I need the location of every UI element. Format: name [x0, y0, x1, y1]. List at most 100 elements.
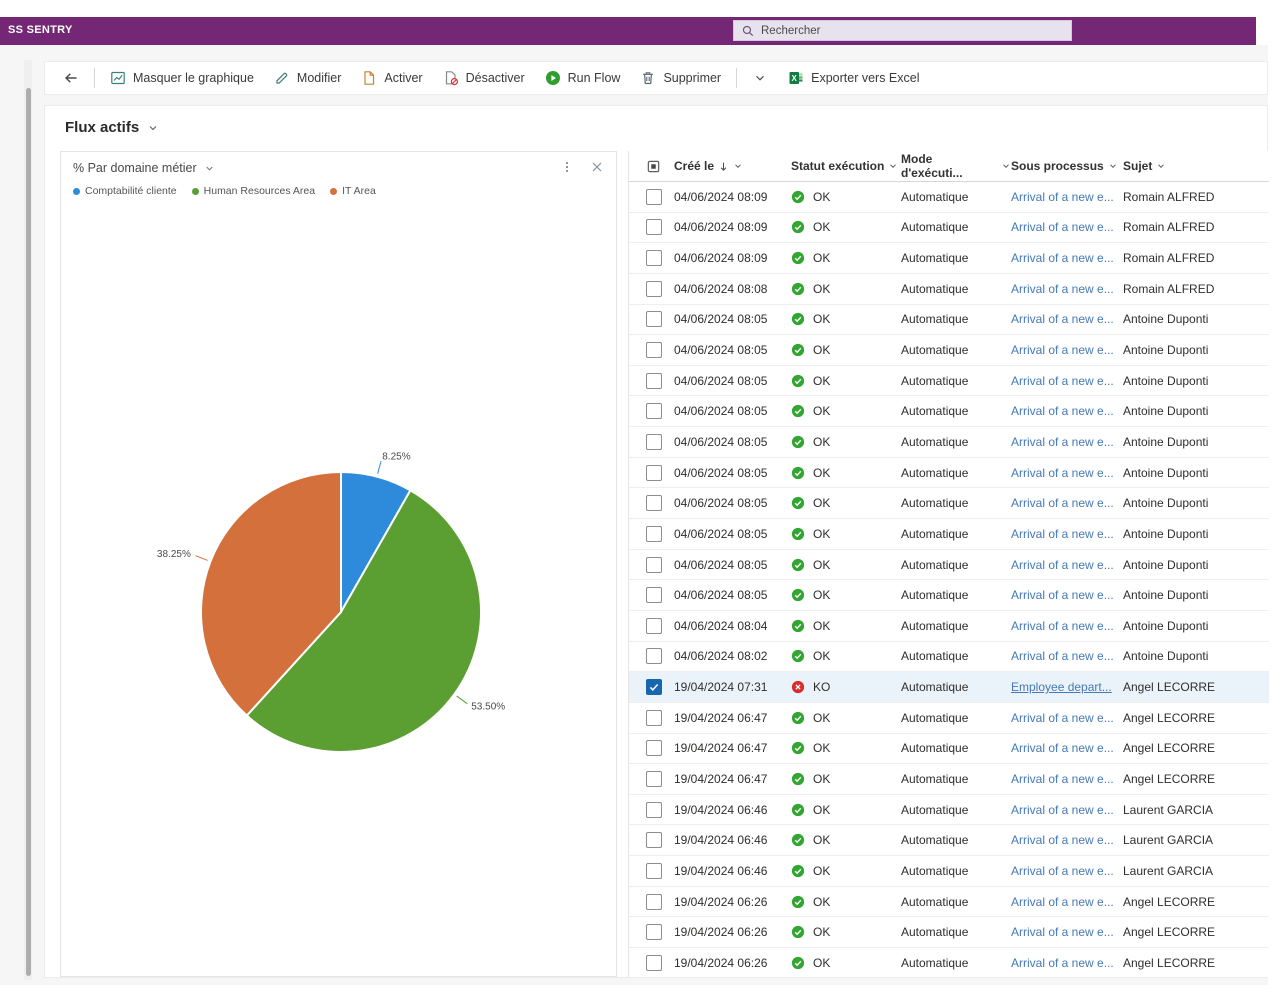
process-link[interactable]: Arrival of a new e...	[1011, 925, 1114, 939]
process-link[interactable]: Arrival of a new e...	[1011, 741, 1114, 755]
table-row[interactable]: 19/04/2024 06:26 OK Automatique Arrival of …	[629, 948, 1269, 977]
row-checkbox[interactable]	[646, 188, 662, 205]
row-checkbox[interactable]	[646, 924, 662, 941]
table-row[interactable]: 19/04/2024 06:46 OK Automatique Arrival of …	[629, 795, 1269, 826]
row-checkbox[interactable]	[646, 617, 662, 634]
process-link[interactable]: Arrival of a new e...	[1011, 895, 1114, 909]
table-row[interactable]: 04/06/2024 08:09 OK Automatique Arrival of …	[629, 213, 1269, 244]
row-checkbox[interactable]	[646, 433, 662, 450]
table-row[interactable]: 19/04/2024 06:47 OK Automatique Arrival of …	[629, 734, 1269, 765]
column-header-process[interactable]: Sous processus	[1011, 159, 1123, 173]
row-checkbox[interactable]	[646, 709, 662, 726]
exporter-vers-excel-button[interactable]: X Exporter vers Excel	[778, 65, 929, 91]
row-checkbox[interactable]	[646, 556, 662, 573]
process-link[interactable]: Employee depart...	[1011, 680, 1112, 694]
process-link[interactable]: Arrival of a new e...	[1011, 711, 1114, 725]
search-input[interactable]	[761, 24, 1064, 37]
row-checkbox[interactable]	[646, 770, 662, 787]
row-checkbox[interactable]	[646, 954, 662, 971]
cell-process: Arrival of a new e...	[1011, 312, 1123, 326]
row-checkbox[interactable]	[646, 403, 662, 420]
table-row[interactable]: 04/06/2024 08:05 OK Automatique Arrival of …	[629, 366, 1269, 397]
table-row[interactable]: 19/04/2024 06:46 OK Automatique Arrival of …	[629, 856, 1269, 887]
table-row[interactable]: 19/04/2024 06:47 OK Automatique Arrival of …	[629, 764, 1269, 795]
row-checkbox[interactable]	[646, 587, 662, 604]
supprimer-button[interactable]: Supprimer	[630, 65, 731, 91]
back-button[interactable]	[53, 65, 89, 91]
row-checkbox[interactable]	[646, 495, 662, 512]
table-row[interactable]: 04/06/2024 08:05 OK Automatique Arrival of …	[629, 427, 1269, 458]
row-checkbox[interactable]	[646, 801, 662, 818]
table-row[interactable]: 19/04/2024 07:31 KO Automatique Employee de…	[629, 672, 1269, 703]
row-checkbox[interactable]	[646, 342, 662, 359]
row-checkbox[interactable]	[646, 740, 662, 757]
table-row[interactable]: 19/04/2024 06:46 OK Automatique Arrival of …	[629, 825, 1269, 857]
process-link[interactable]: Arrival of a new e...	[1011, 588, 1114, 602]
process-link[interactable]: Arrival of a new e...	[1011, 527, 1114, 541]
process-link[interactable]: Arrival of a new e...	[1011, 558, 1114, 572]
left-scrollbar[interactable]	[26, 88, 31, 976]
column-header-created[interactable]: Créé le	[674, 159, 791, 173]
row-checkbox[interactable]	[646, 679, 662, 696]
process-link[interactable]: Arrival of a new e...	[1011, 282, 1114, 296]
process-link[interactable]: Arrival of a new e...	[1011, 190, 1114, 204]
table-row[interactable]: 04/06/2024 08:05 OK Automatique Arrival of …	[629, 550, 1269, 581]
row-checkbox[interactable]	[646, 250, 662, 267]
table-row[interactable]: 19/04/2024 06:26 OK Automatique Arrival of …	[629, 887, 1269, 918]
process-link[interactable]: Arrival of a new e...	[1011, 496, 1114, 510]
row-checkbox[interactable]	[646, 219, 662, 236]
table-row[interactable]: 19/04/2024 06:47 OK Automatique Arrival of …	[629, 703, 1269, 734]
modifier-button[interactable]: Modifier	[264, 65, 351, 91]
process-link[interactable]: Arrival of a new e...	[1011, 833, 1114, 847]
run-flow-button[interactable]: Run Flow	[535, 65, 631, 91]
process-link[interactable]: Arrival of a new e...	[1011, 404, 1114, 418]
page-deactivate-icon	[443, 70, 459, 86]
row-checkbox[interactable]	[646, 464, 662, 481]
view-selector[interactable]: Flux actifs	[65, 119, 159, 136]
process-link[interactable]: Arrival of a new e...	[1011, 374, 1114, 388]
column-header-subject[interactable]: Sujet	[1123, 159, 1269, 173]
process-link[interactable]: Arrival of a new e...	[1011, 312, 1114, 326]
row-checkbox[interactable]	[646, 280, 662, 297]
table-row[interactable]: 04/06/2024 08:04 OK Automatique Arrival of …	[629, 611, 1269, 642]
table-row[interactable]: 04/06/2024 08:02 OK Automatique Arrival of …	[629, 642, 1269, 673]
process-link[interactable]: Arrival of a new e...	[1011, 435, 1114, 449]
process-link[interactable]: Arrival of a new e...	[1011, 803, 1114, 817]
process-link[interactable]: Arrival of a new e...	[1011, 343, 1114, 357]
process-link[interactable]: Arrival of a new e...	[1011, 220, 1114, 234]
row-checkbox[interactable]	[646, 372, 662, 389]
process-link[interactable]: Arrival of a new e...	[1011, 956, 1114, 970]
cell-created: 19/04/2024 06:47	[674, 741, 768, 756]
table-row[interactable]: 04/06/2024 08:05 OK Automatique Arrival of …	[629, 519, 1269, 550]
table-row[interactable]: 04/06/2024 08:09 OK Automatique Arrival of …	[629, 243, 1269, 274]
row-checkbox[interactable]	[646, 832, 662, 849]
table-row[interactable]: 04/06/2024 08:05 OK Automatique Arrival of …	[629, 335, 1269, 366]
process-link[interactable]: Arrival of a new e...	[1011, 619, 1114, 633]
table-row[interactable]: 19/04/2024 06:26 OK Automatique Arrival of …	[629, 917, 1269, 949]
column-header-status[interactable]: Statut exécution	[791, 159, 901, 173]
table-row[interactable]: 04/06/2024 08:05 OK Automatique Arrival of …	[629, 580, 1269, 611]
process-link[interactable]: Arrival of a new e...	[1011, 864, 1114, 878]
table-row[interactable]: 04/06/2024 08:05 OK Automatique Arrival of …	[629, 396, 1269, 428]
activer-button[interactable]: Activer	[351, 65, 432, 91]
row-checkbox[interactable]	[646, 893, 662, 910]
select-all-icon[interactable]	[646, 159, 661, 174]
row-checkbox[interactable]	[646, 862, 662, 879]
table-row[interactable]: 04/06/2024 08:05 OK Automatique Arrival of …	[629, 305, 1269, 336]
row-checkbox[interactable]	[646, 311, 662, 328]
table-row[interactable]: 04/06/2024 08:08 OK Automatique Arrival of …	[629, 274, 1269, 305]
row-checkbox[interactable]	[646, 525, 662, 542]
masquer-le-graphique-button[interactable]: Masquer le graphique	[100, 65, 264, 91]
table-row[interactable]: 04/06/2024 08:09 OK Automatique Arrival of …	[629, 182, 1269, 213]
table-row[interactable]: 04/06/2024 08:05 OK Automatique Arrival of …	[629, 488, 1269, 520]
process-link[interactable]: Arrival of a new e...	[1011, 466, 1114, 480]
process-link[interactable]: Arrival of a new e...	[1011, 772, 1114, 786]
row-checkbox[interactable]	[646, 648, 662, 665]
process-link[interactable]: Arrival of a new e...	[1011, 251, 1114, 265]
more-commands-button[interactable]	[742, 65, 778, 91]
table-row[interactable]: 04/06/2024 08:05 OK Automatique Arrival of …	[629, 458, 1269, 489]
column-header-mode[interactable]: Mode d'exécuti...	[901, 152, 1011, 180]
global-search[interactable]	[733, 20, 1072, 41]
process-link[interactable]: Arrival of a new e...	[1011, 649, 1114, 663]
desactiver-button[interactable]: Désactiver	[433, 65, 535, 91]
